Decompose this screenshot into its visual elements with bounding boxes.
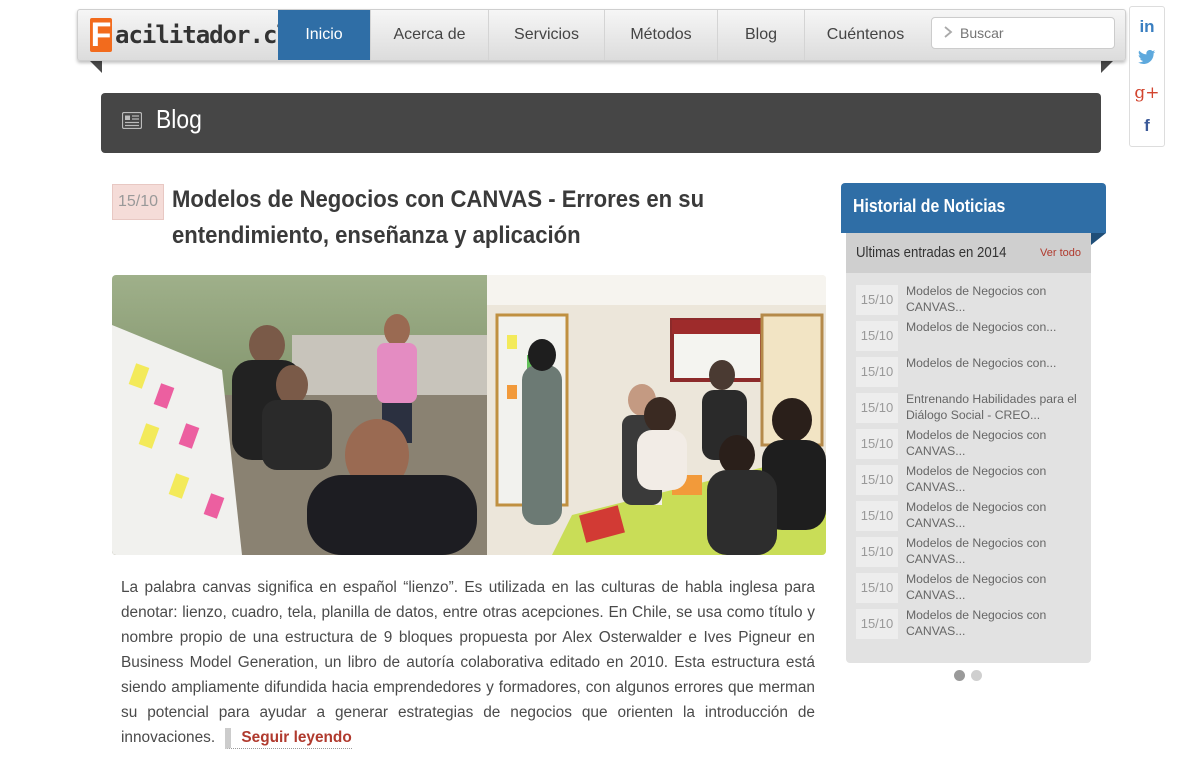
nav-item-servicios[interactable]: Servicios [488,10,604,60]
logo-letter: F [90,16,112,54]
entry-date: 15/10 [856,609,898,639]
nav-item-cuentenos[interactable]: Cuéntenos [804,10,926,60]
entry-title[interactable]: Modelos de Negocios con CANVAS... [906,571,1086,603]
sidebar-fold [1091,233,1106,245]
sidebar-pager [954,670,982,681]
sidebar-subtitle: Ultimas entradas en 2014 [856,244,1007,261]
entry-title[interactable]: Modelos de Negocios con CANVAS... [906,499,1086,531]
main-nav: Inicio Acerca de Servicios Métodos Blog … [278,10,926,60]
top-navigation-bar: F acilitador.cl Inicio Acerca de Servici… [77,9,1126,61]
sidebar-header: Historial de Noticias [841,183,1106,233]
social-links: in g+ f [1129,6,1165,147]
see-all-link[interactable]: Ver todo [1040,247,1081,259]
twitter-icon[interactable] [1138,50,1156,70]
site-logo[interactable]: F acilitador.cl [90,16,291,54]
article-excerpt: La palabra canvas significa en español “… [121,575,815,750]
entry-title[interactable]: Modelos de Negocios con CANVAS... [906,463,1086,495]
list-item[interactable]: 15/10 Entrenando Habilidades para el Diál… [856,391,1086,427]
chevron-right-icon [938,25,958,41]
googleplus-icon[interactable]: g+ [1134,83,1159,103]
entry-title[interactable]: Entrenando Habilidades para el Diálogo S… [906,391,1086,423]
entry-title[interactable]: Modelos de Negocios con CANVAS... [906,535,1086,567]
section-header: Blog [101,93,1101,153]
entry-title[interactable]: Modelos de Negocios con... [906,355,1086,371]
sidebar-subheader: Ultimas entradas en 2014 Ver todo [846,233,1091,273]
article-body: La palabra canvas significa en español “… [121,579,815,746]
search-input[interactable] [958,24,1102,42]
page-title: Blog [156,104,202,134]
nav-item-blog[interactable]: Blog [717,10,804,60]
entry-date: 15/10 [856,501,898,531]
list-item[interactable]: 15/10 Modelos de Negocios con CANVAS... [856,607,1086,643]
search-box [931,17,1115,49]
entry-date: 15/10 [856,465,898,495]
list-item[interactable]: 15/10 Modelos de Negocios con CANVAS... [856,283,1086,319]
nav-item-inicio[interactable]: Inicio [278,10,370,60]
entry-date: 15/10 [856,285,898,315]
read-more-link[interactable]: Seguir leyendo [225,728,352,749]
list-item[interactable]: 15/10 Modelos de Negocios con... [856,355,1086,391]
entry-date: 15/10 [856,357,898,387]
news-history-panel: Ultimas entradas en 2014 Ver todo 15/10 M… [846,233,1091,663]
list-item[interactable]: 15/10 Modelos de Negocios con CANVAS... [856,427,1086,463]
entry-date: 15/10 [856,573,898,603]
list-item[interactable]: 15/10 Modelos de Negocios con... [856,319,1086,355]
pager-dot-2[interactable] [971,670,982,681]
nav-fold-left [88,59,102,73]
pager-dot-1[interactable] [954,670,965,681]
entry-title[interactable]: Modelos de Negocios con CANVAS... [906,283,1086,315]
newspaper-icon [122,112,142,129]
list-item[interactable]: 15/10 Modelos de Negocios con CANVAS... [856,499,1086,535]
linkedin-icon[interactable]: in [1139,17,1154,37]
sidebar-title: Historial de Noticias [853,196,1006,216]
article-date-badge: 15/10 [112,184,164,220]
logo-text: acilitador.cl [115,21,291,49]
facebook-icon[interactable]: f [1144,116,1150,136]
list-item[interactable]: 15/10 Modelos de Negocios con CANVAS... [856,463,1086,499]
entry-date: 15/10 [856,429,898,459]
list-item[interactable]: 15/10 Modelos de Negocios con CANVAS... [856,535,1086,571]
entry-title[interactable]: Modelos de Negocios con... [906,319,1086,335]
list-item[interactable]: 15/10 Modelos de Negocios con CANVAS... [856,571,1086,607]
sidebar-entries: 15/10 Modelos de Negocios con CANVAS... 1… [856,283,1086,643]
article-photo[interactable] [112,275,826,555]
nav-fold-right [1101,59,1115,73]
entry-date: 15/10 [856,393,898,423]
entry-title[interactable]: Modelos de Negocios con CANVAS... [906,427,1086,459]
entry-date: 15/10 [856,321,898,351]
workshop-photo-illustration [112,275,826,555]
entry-date: 15/10 [856,537,898,567]
article-title[interactable]: Modelos de Negocios con CANVAS - Errores… [172,182,770,254]
entry-title[interactable]: Modelos de Negocios con CANVAS... [906,607,1086,639]
nav-item-acerca-de[interactable]: Acerca de [370,10,488,60]
nav-item-metodos[interactable]: Métodos [604,10,717,60]
